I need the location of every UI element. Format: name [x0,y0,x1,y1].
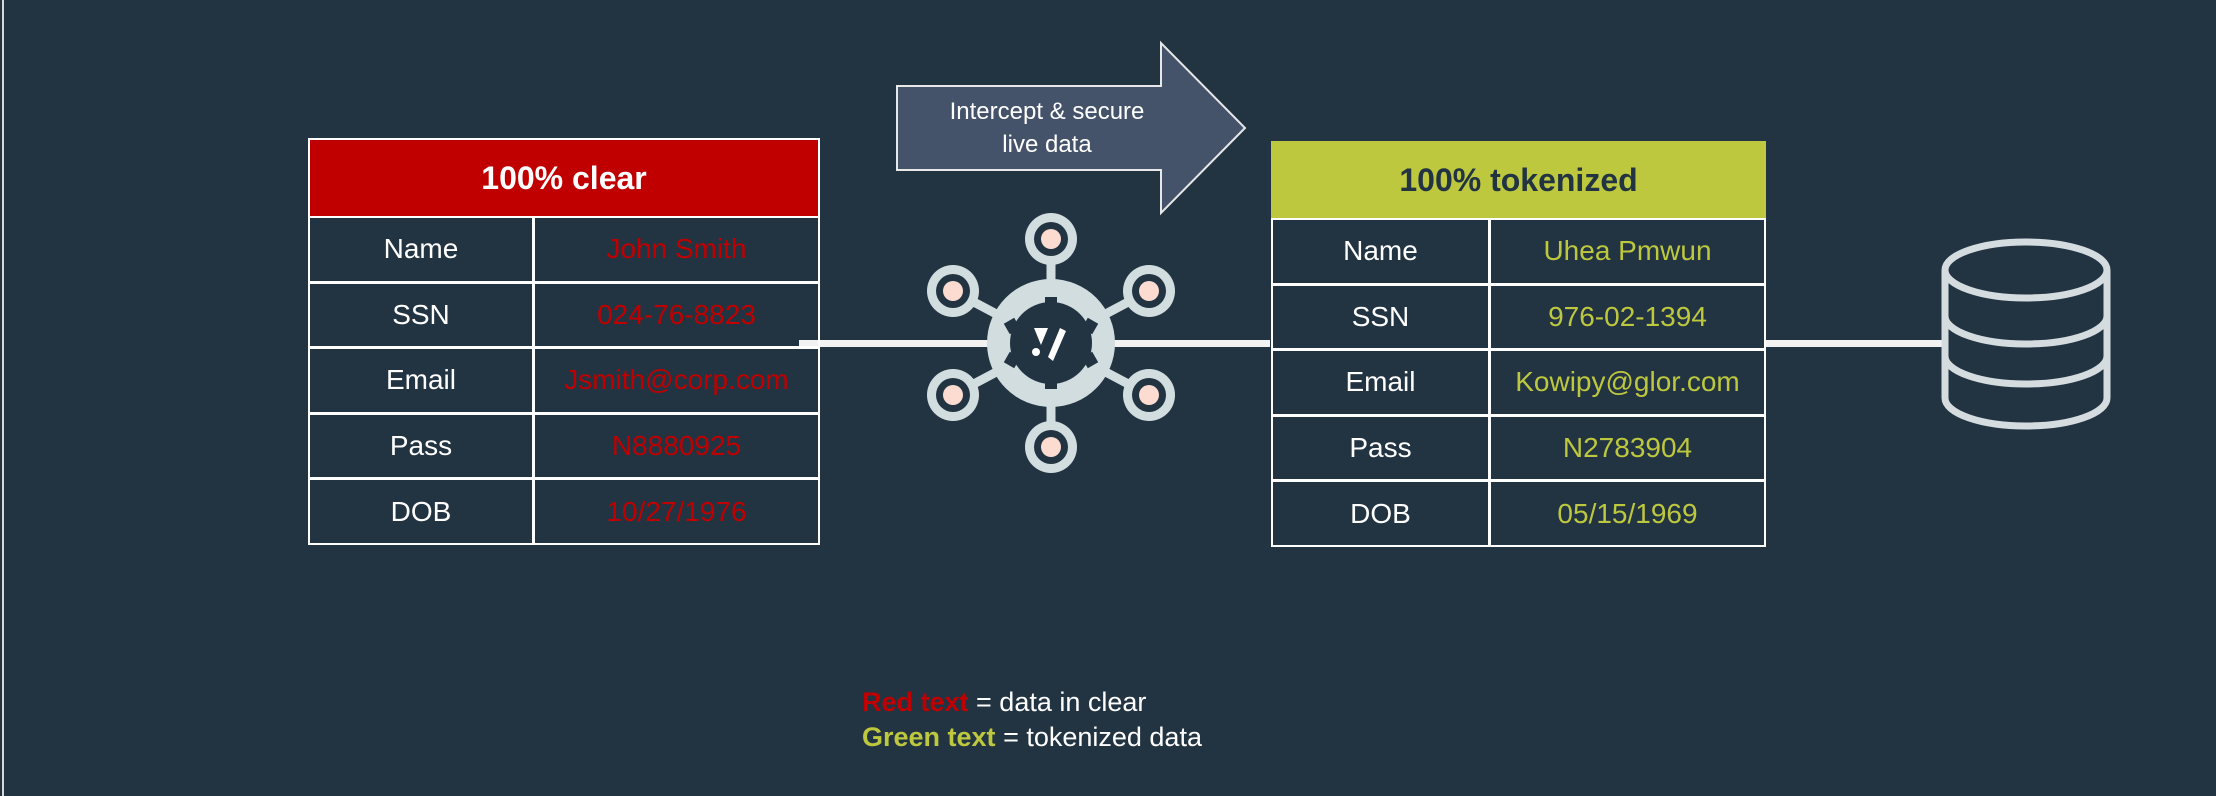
legend-red-desc: = data in clear [968,687,1147,717]
legend-green-key: Green text [862,722,996,752]
legend-row-clear: Red text = data in clear [862,685,1202,720]
legend: Red text = data in clear Green text = to… [862,685,1202,755]
legend-row-tokenized: Green text = tokenized data [862,720,1202,755]
legend-red-key: Red text [862,687,969,717]
database-icon [1941,238,2111,430]
legend-green-desc: = tokenized data [995,722,1202,752]
tokenization-hub-icon [927,213,1175,473]
